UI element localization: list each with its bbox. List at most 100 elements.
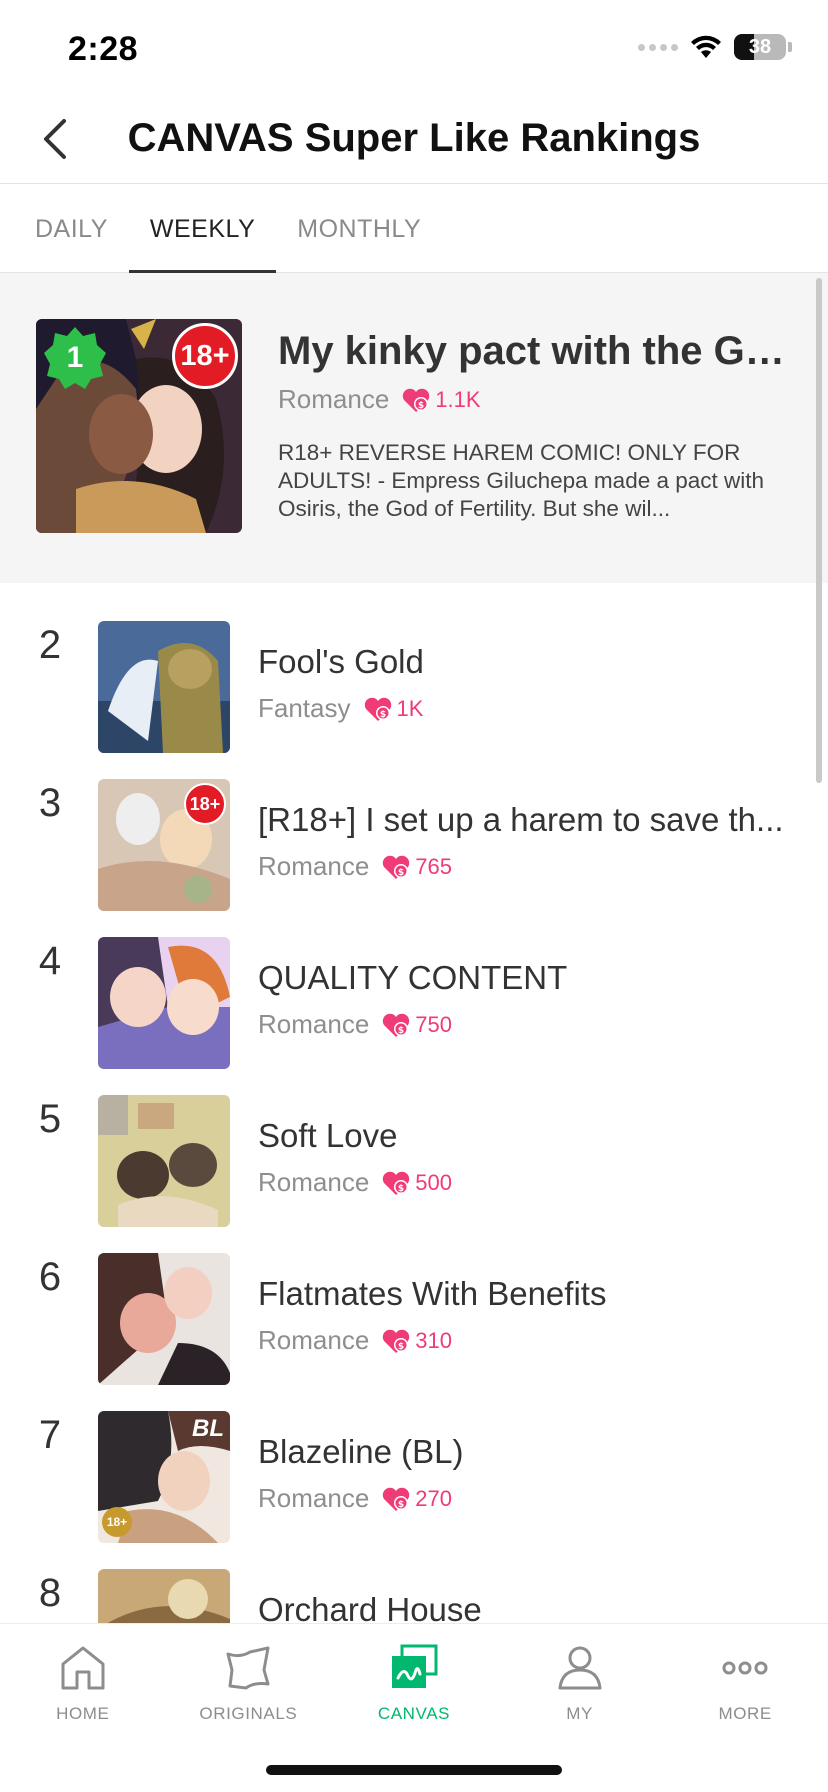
row-info: Flatmates With Benefits Romance $ 310 bbox=[258, 1275, 798, 1356]
series-description: R18+ REVERSE HAREM COMIC! ONLY FOR ADULT… bbox=[278, 440, 765, 521]
rank-badge: 1 bbox=[44, 327, 106, 389]
cellular-signal-icon bbox=[638, 43, 678, 51]
super-like-icon: $ bbox=[383, 855, 410, 879]
ranking-list: 2 Fool's Gold Fantasy $ 1K 3 18+ [R18+] … bbox=[0, 583, 828, 1623]
list-item[interactable]: 7 BL 18+ Blazeline (BL) Romance $ 270 bbox=[0, 1373, 828, 1543]
series-title: QUALITY CONTENT bbox=[258, 959, 568, 996]
genre-label: Romance bbox=[258, 851, 370, 881]
status-time: 2:28 bbox=[68, 30, 139, 68]
top-ranked-item[interactable]: 1 18+ My kinky pact with the Go... Roman… bbox=[0, 273, 828, 583]
adult-badge: 18+ bbox=[172, 323, 238, 389]
row-info: Fool's Gold Fantasy $ 1K bbox=[258, 643, 798, 724]
status-bar: 2:28 38 bbox=[0, 0, 828, 96]
super-like-icon: $ bbox=[364, 697, 391, 721]
super-like-count: 765 bbox=[415, 853, 452, 879]
series-thumbnail: 18+ bbox=[98, 779, 230, 911]
rank-number: 4 bbox=[38, 939, 62, 983]
battery-level: 38 bbox=[748, 35, 772, 58]
battery-icon: 38 bbox=[734, 34, 786, 60]
list-item[interactable]: 2 Fool's Gold Fantasy $ 1K bbox=[0, 583, 828, 753]
nav-more[interactable]: MORE bbox=[662, 1624, 828, 1792]
super-like-icon: $ bbox=[403, 388, 430, 412]
more-icon bbox=[722, 1661, 768, 1675]
super-like-count: 310 bbox=[415, 1327, 452, 1353]
series-meta: Romance $ 500 bbox=[258, 1167, 798, 1198]
genre-label: Romance bbox=[258, 1009, 370, 1039]
svg-text:$: $ bbox=[398, 1184, 404, 1194]
rank-number: 2 bbox=[38, 623, 62, 667]
scrollbar[interactable] bbox=[816, 278, 822, 783]
list-item[interactable]: 3 18+ [R18+] I set up a harem to save th… bbox=[0, 741, 828, 911]
list-item[interactable]: 5 Soft Love Romance $ 500 bbox=[0, 1057, 828, 1227]
nav-label: HOME bbox=[56, 1704, 110, 1723]
tab-weekly[interactable]: WEEKLY bbox=[128, 185, 277, 274]
svg-text:$: $ bbox=[398, 868, 404, 878]
nav-home[interactable]: HOME bbox=[0, 1624, 166, 1792]
wifi-icon bbox=[691, 35, 721, 58]
page-title: CANVAS Super Like Rankings bbox=[127, 116, 701, 160]
home-indicator bbox=[266, 1765, 562, 1775]
nav-label: MORE bbox=[718, 1704, 772, 1723]
genre-label: Romance bbox=[258, 1483, 370, 1513]
profile-icon bbox=[558, 1646, 602, 1690]
top-item-info: My kinky pact with the Go... Romance $ 1… bbox=[278, 329, 798, 523]
series-thumbnail bbox=[98, 1253, 230, 1385]
genre-label: Romance bbox=[258, 1325, 370, 1355]
series-thumbnail bbox=[98, 937, 230, 1069]
series-title: Flatmates With Benefits bbox=[258, 1275, 607, 1312]
list-item[interactable]: 4 QUALITY CONTENT Romance $ 750 bbox=[0, 899, 828, 1069]
list-item[interactable]: 6 Flatmates With Benefits Romance $ 310 bbox=[0, 1215, 828, 1385]
series-thumbnail bbox=[98, 1569, 230, 1623]
row-info: Soft Love Romance $ 500 bbox=[258, 1117, 798, 1198]
nav-label: CANVAS bbox=[377, 1704, 451, 1723]
tab-monthly[interactable]: MONTHLY bbox=[276, 185, 442, 273]
super-like-icon: $ bbox=[383, 1171, 410, 1195]
super-like-icon: $ bbox=[383, 1013, 410, 1037]
row-info: Orchard House bbox=[258, 1591, 798, 1623]
genre-label: Romance bbox=[278, 384, 390, 414]
series-title: Blazeline (BL) bbox=[258, 1433, 464, 1470]
super-like-count: 1K bbox=[396, 695, 424, 721]
svg-text:$: $ bbox=[398, 1342, 404, 1352]
series-meta: Fantasy $ 1K bbox=[258, 693, 798, 724]
genre-label: Romance bbox=[258, 1167, 370, 1197]
svg-text:$: $ bbox=[398, 1026, 404, 1036]
svg-text:$: $ bbox=[398, 1500, 404, 1510]
header: CANVAS Super Like Rankings bbox=[0, 96, 828, 184]
super-like-icon: $ bbox=[383, 1329, 410, 1353]
nav-label: ORIGINALS bbox=[199, 1704, 298, 1723]
series-title: [R18+] I set up a harem to save th... bbox=[258, 801, 784, 838]
row-info: [R18+] I set up a harem to save th... Ro… bbox=[258, 801, 798, 882]
series-meta: Romance $ 1.1K bbox=[278, 384, 798, 415]
series-meta: Romance $ 270 bbox=[258, 1483, 798, 1514]
super-like-icon: $ bbox=[383, 1487, 410, 1511]
adult-badge: 18+ bbox=[184, 783, 226, 825]
row-info: Blazeline (BL) Romance $ 270 bbox=[258, 1433, 798, 1514]
originals-icon bbox=[226, 1646, 270, 1690]
svg-text:$: $ bbox=[418, 401, 424, 411]
genre-label: Fantasy bbox=[258, 693, 351, 723]
nav-label: MY bbox=[566, 1704, 593, 1723]
home-icon bbox=[61, 1646, 105, 1690]
series-title: Orchard House bbox=[258, 1591, 482, 1623]
status-icons: 38 bbox=[638, 34, 792, 60]
super-like-count: 750 bbox=[415, 1011, 452, 1037]
list-item[interactable]: 8 Orchard House bbox=[0, 1531, 828, 1623]
row-info: QUALITY CONTENT Romance $ 750 bbox=[258, 959, 798, 1040]
series-meta: Romance $ 765 bbox=[258, 851, 798, 882]
series-thumbnail: BL 18+ bbox=[98, 1411, 230, 1543]
super-like-count: 1.1K bbox=[435, 386, 481, 412]
bl-tag: BL bbox=[192, 1415, 224, 1442]
rank-number: 1 bbox=[66, 341, 84, 374]
series-title: Soft Love bbox=[258, 1117, 398, 1154]
series-meta: Romance $ 750 bbox=[258, 1009, 798, 1040]
super-like-count: 500 bbox=[415, 1169, 452, 1195]
canvas-icon bbox=[391, 1644, 438, 1688]
tab-daily[interactable]: DAILY bbox=[14, 185, 129, 273]
rank-number: 7 bbox=[38, 1413, 62, 1457]
series-thumbnail bbox=[98, 621, 230, 753]
rank-number: 5 bbox=[38, 1097, 62, 1141]
series-thumbnail: 1 18+ bbox=[36, 319, 242, 533]
rank-number: 3 bbox=[38, 781, 62, 825]
period-tabs: DAILY WEEKLY MONTHLY bbox=[0, 185, 828, 274]
